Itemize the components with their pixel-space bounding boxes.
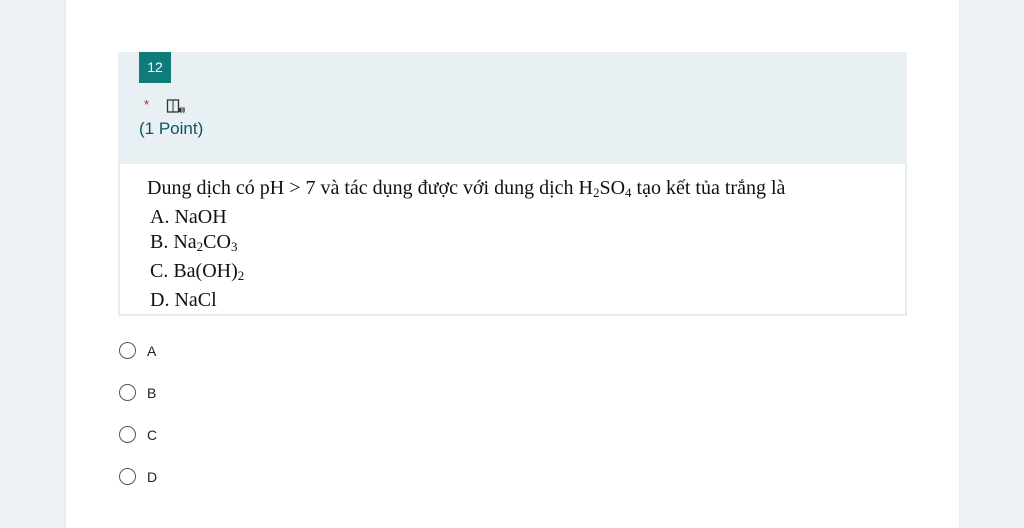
choice-b[interactable]: B — [118, 382, 157, 424]
question-stem: Dung dịch có pH > 7 và tác dụng được với… — [147, 177, 786, 200]
question-number-badge: 12 — [139, 52, 171, 83]
option-a-text: A. NaOH — [150, 206, 227, 228]
choice-c[interactable]: C — [118, 424, 157, 466]
radio-button[interactable] — [119, 384, 136, 401]
choice-label: B — [147, 385, 157, 401]
radio-button[interactable] — [119, 342, 136, 359]
choice-a[interactable]: A — [118, 340, 157, 382]
answer-choices: A B C D — [118, 340, 157, 508]
required-marker: * — [144, 97, 150, 112]
option-c-text: C. Ba(OH)2 — [150, 260, 245, 283]
choice-d[interactable]: D — [118, 466, 157, 508]
option-b-text: B. Na2CO3 — [150, 231, 238, 254]
question-content: Dung dịch có pH > 7 và tác dụng được với… — [118, 164, 907, 316]
question-text: Dung dịch có pH > 7 và tác dụng được với… — [147, 176, 785, 313]
immersive-reader-icon[interactable] — [166, 98, 186, 116]
choice-label: D — [147, 469, 158, 485]
choice-label: C — [147, 427, 158, 443]
form-page: 12 * (1 Point) Dung dịch có pH > 7 và tá… — [66, 0, 959, 528]
radio-button[interactable] — [119, 426, 136, 443]
question-points: (1 Point) — [139, 119, 204, 138]
question-header: 12 * (1 Point) — [118, 52, 907, 164]
option-d-text: D. NaCl — [150, 289, 217, 311]
radio-button[interactable] — [119, 468, 136, 485]
choice-label: A — [147, 343, 157, 359]
